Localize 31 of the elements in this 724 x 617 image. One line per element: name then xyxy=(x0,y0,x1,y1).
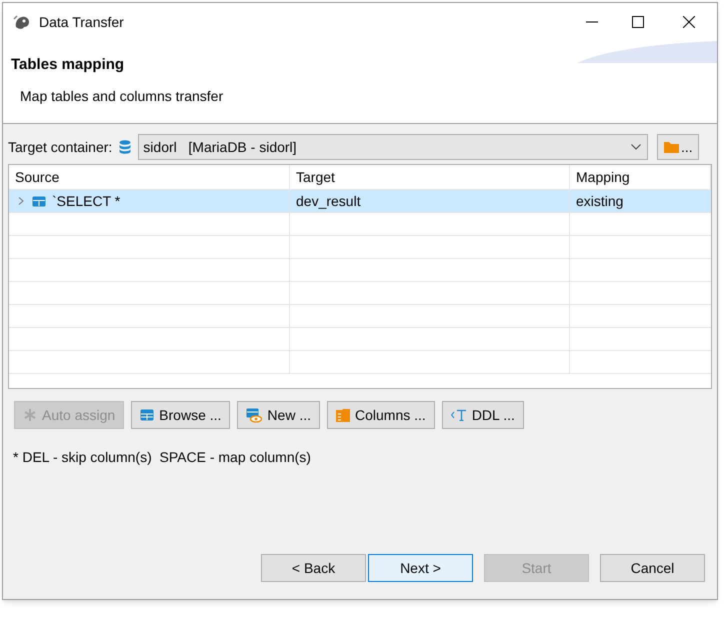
page-description: Map tables and columns transfer xyxy=(20,87,224,106)
key-hint: * DEL - skip column(s) SPACE - map column(s) xyxy=(13,448,312,467)
wizard-button[interactable]: < Back xyxy=(261,554,366,582)
table-cell-text: dev_result xyxy=(296,192,361,211)
table-row[interactable]: `SELECT * dev_result existing xyxy=(9,190,711,213)
chevron-right-icon[interactable] xyxy=(17,197,25,205)
database-icon xyxy=(119,140,132,154)
folder-icon xyxy=(664,141,679,153)
columns-button[interactable]: Columns ... xyxy=(327,401,435,429)
asterisk-icon xyxy=(23,408,37,422)
table-eye-icon xyxy=(246,408,262,422)
browse-button[interactable]: Browse ... xyxy=(131,401,230,429)
table-cell-text: existing xyxy=(576,192,624,211)
code-text-icon xyxy=(450,409,467,421)
target-container-label: Target container: xyxy=(8,138,112,157)
chevron-down-icon xyxy=(631,144,642,150)
minimize-icon xyxy=(586,21,598,23)
wizard-button[interactable]: Cancel xyxy=(600,554,705,582)
window-title: Data Transfer xyxy=(39,12,124,32)
columns-icon xyxy=(336,408,350,422)
maximize-icon xyxy=(632,16,644,28)
new-button[interactable]: New ... xyxy=(237,401,320,429)
table-icon xyxy=(140,409,154,421)
browse-folder-button[interactable]: ... xyxy=(657,134,700,160)
table-cell-text: `SELECT * xyxy=(52,192,120,210)
target-container-dropdown[interactable]: sidorl [MariaDB - sidorl] xyxy=(138,134,648,160)
page-title: Tables mapping xyxy=(11,55,124,75)
ddl-button[interactable]: DDL ... xyxy=(442,401,524,429)
wizard-button[interactable]: Next > xyxy=(368,554,473,582)
table-icon xyxy=(32,196,46,206)
close-icon xyxy=(683,16,695,28)
